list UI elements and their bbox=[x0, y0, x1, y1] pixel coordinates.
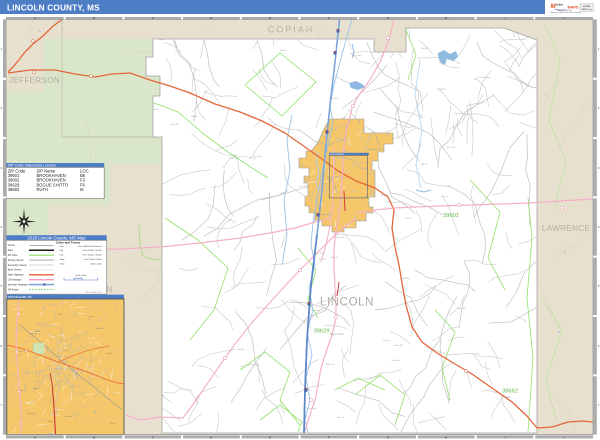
svg-text:Over 25,000 - 50,000: Over 25,000 - 50,000 bbox=[83, 250, 103, 252]
svg-text:Over 50,000 and Surround: Over 50,000 and Surround bbox=[78, 246, 102, 248]
svg-text:JEFFERSON: JEFFERSON bbox=[9, 76, 60, 85]
svg-text:E: E bbox=[269, 16, 271, 20]
svg-text:Smith Rd: Smith Rd bbox=[96, 327, 103, 330]
svg-text:Hog Chain: Hog Chain bbox=[27, 413, 35, 415]
svg-text:Jackson: Jackson bbox=[383, 340, 391, 342]
svg-text:Scale 1 Mile: Scale 1 Mile bbox=[75, 275, 87, 277]
svg-text:RUTH: RUTH bbox=[37, 187, 49, 192]
svg-text:Zetus Rd: Zetus Rd bbox=[326, 363, 335, 366]
svg-text:D: D bbox=[210, 16, 212, 20]
svg-text:LAWRENCE: LAWRENCE bbox=[542, 223, 591, 233]
svg-text:Over 10,000 - 25,000: Over 10,000 - 25,000 bbox=[83, 255, 103, 257]
svg-text:Union Rd: Union Rd bbox=[391, 360, 401, 362]
svg-text:Sartins: Sartins bbox=[48, 420, 53, 423]
svg-text:B: B bbox=[93, 435, 95, 439]
svg-text:ZIP Code: ZIP Code bbox=[8, 255, 18, 257]
svg-text:Oak Rd: Oak Rd bbox=[237, 349, 245, 351]
svg-text:Mill Rd: Mill Rd bbox=[319, 259, 326, 261]
svg-text:ZIP Code Index/Grid Locator: ZIP Code Index/Grid Locator bbox=[8, 164, 57, 168]
svg-text:LOCAL: LOCAL bbox=[583, 5, 591, 8]
svg-text:E: E bbox=[269, 435, 271, 439]
svg-text:39629: 39629 bbox=[313, 329, 329, 335]
svg-text:A: A bbox=[34, 435, 36, 439]
svg-text:Mill Rd: Mill Rd bbox=[191, 116, 198, 118]
svg-text:LINCOLN: LINCOLN bbox=[320, 297, 374, 309]
svg-text:Lee Dr: Lee Dr bbox=[442, 195, 449, 198]
svg-text:H: H bbox=[445, 16, 447, 20]
svg-text:Under 2,500: Under 2,500 bbox=[90, 263, 102, 265]
svg-text:US Highways: US Highways bbox=[8, 280, 23, 282]
svg-text:Primary Streets: Primary Streets bbox=[8, 259, 25, 262]
svg-text:Old Hwy: Old Hwy bbox=[402, 278, 411, 280]
svg-text:Bogue Chitto: Bogue Chitto bbox=[330, 333, 344, 336]
svg-text:Ruth: Ruth bbox=[505, 396, 511, 399]
svg-text:Town: Town bbox=[60, 263, 66, 265]
svg-text:Jackson: Jackson bbox=[33, 388, 39, 390]
svg-text:BROOKHAVEN: BROOKHAVEN bbox=[331, 153, 345, 156]
svg-text:C: C bbox=[152, 16, 154, 20]
svg-text:F: F bbox=[328, 435, 330, 439]
svg-text:Lee Dr: Lee Dr bbox=[57, 313, 63, 316]
svg-text:39601: 39601 bbox=[443, 213, 459, 219]
svg-text:State Highways: State Highways bbox=[8, 274, 25, 277]
svg-text:N: N bbox=[107, 285, 113, 294]
svg-text:Toll Roads: Toll Roads bbox=[8, 289, 20, 291]
svg-text:COPIAH: COPIAH bbox=[268, 25, 315, 35]
svg-text:39662: 39662 bbox=[502, 389, 518, 395]
svg-text:Smith Rd: Smith Rd bbox=[457, 307, 466, 310]
svg-text:2016 Lincoln County, MS Map: 2016 Lincoln County, MS Map bbox=[27, 235, 86, 240]
svg-text:Town: Town bbox=[60, 259, 66, 261]
svg-text:Old Hwy: Old Hwy bbox=[61, 350, 68, 352]
svg-text:Jackson: Jackson bbox=[106, 353, 112, 355]
svg-text:39662: 39662 bbox=[8, 187, 20, 192]
svg-text:G: G bbox=[387, 435, 389, 439]
svg-text:Pine Ln: Pine Ln bbox=[337, 417, 345, 419]
svg-text:Union Rd: Union Rd bbox=[65, 416, 72, 418]
svg-text:Pine Ln: Pine Ln bbox=[280, 50, 288, 52]
svg-text:H: H bbox=[445, 435, 447, 439]
svg-text:BROOKHAVEN, MS: BROOKHAVEN, MS bbox=[8, 295, 32, 299]
svg-text:Union Rd: Union Rd bbox=[30, 333, 37, 335]
svg-text:Over 2,500 - 10,000: Over 2,500 - 10,000 bbox=[84, 259, 103, 261]
svg-text:Heucks: Heucks bbox=[35, 331, 41, 333]
svg-text:Union Rd: Union Rd bbox=[446, 147, 456, 149]
svg-text:Cities and Towns: Cities and Towns bbox=[56, 241, 81, 245]
svg-text:Oak Rd: Oak Rd bbox=[421, 48, 429, 50]
svg-text:Interstate Highways: Interstate Highways bbox=[8, 283, 29, 286]
svg-text:State: State bbox=[8, 249, 14, 252]
svg-text:Hog Chain: Hog Chain bbox=[352, 55, 363, 57]
svg-text:F: F bbox=[328, 16, 330, 20]
svg-text:Hog Chain: Hog Chain bbox=[335, 237, 346, 239]
svg-text:Lee Dr: Lee Dr bbox=[405, 217, 412, 220]
svg-text:Lee Dr: Lee Dr bbox=[89, 315, 95, 318]
svg-text:D: D bbox=[210, 435, 212, 439]
svg-text:Mill Rd: Mill Rd bbox=[421, 164, 428, 166]
svg-text:Sartins: Sartins bbox=[18, 350, 23, 353]
svg-text:Smith Rd: Smith Rd bbox=[253, 155, 262, 158]
svg-text:Minor Streets: Minor Streets bbox=[8, 269, 23, 272]
svg-text:G: G bbox=[387, 16, 389, 20]
svg-text:Secondary Streets: Secondary Streets bbox=[8, 264, 28, 267]
svg-text:A: A bbox=[34, 16, 36, 20]
svg-text:MAPS: MAPS bbox=[568, 6, 579, 10]
svg-text:Pine Ln: Pine Ln bbox=[110, 423, 116, 425]
svg-text:© MarketMAPS 2016: © MarketMAPS 2016 bbox=[84, 291, 102, 294]
svg-text:Heucks: Heucks bbox=[20, 390, 26, 392]
svg-text:arket: arket bbox=[556, 3, 563, 7]
svg-text:MAPS.com: MAPS.com bbox=[582, 8, 592, 11]
svg-text:Smith Rd: Smith Rd bbox=[170, 123, 179, 126]
svg-text:Union Rd: Union Rd bbox=[394, 345, 404, 347]
svg-text:C: C bbox=[152, 435, 154, 439]
svg-text:LINCOLN COUNTY, MS: LINCOLN COUNTY, MS bbox=[7, 3, 100, 12]
svg-text:B: B bbox=[93, 16, 95, 20]
svg-text:County: County bbox=[8, 244, 16, 247]
svg-text:Mill Rd: Mill Rd bbox=[439, 89, 446, 91]
